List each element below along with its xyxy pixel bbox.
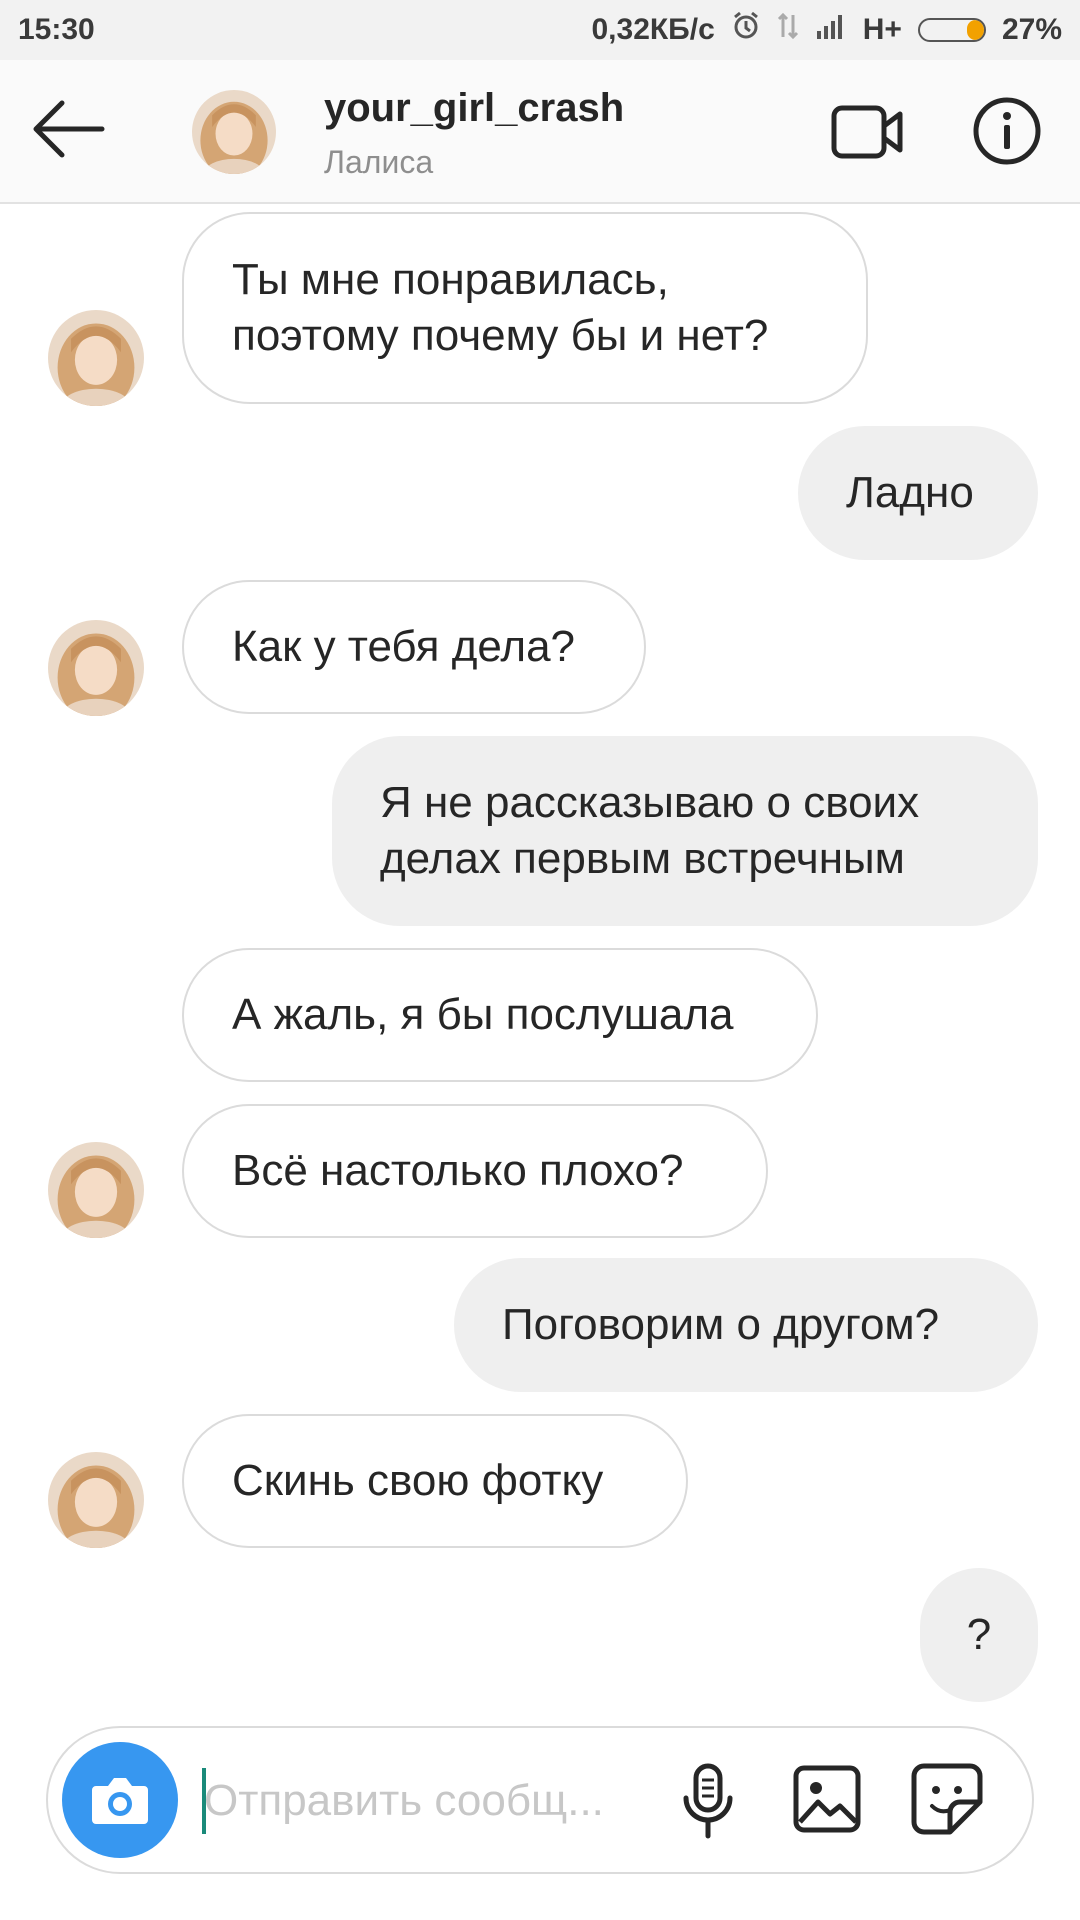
status-bar: 15:30 0,32КБ/с H+ 27% [0, 0, 1080, 60]
message-bubble-incoming[interactable]: А жаль, я бы послушала [182, 948, 818, 1082]
network-type: H+ [862, 13, 902, 46]
message-bubble-outgoing[interactable]: Ладно [798, 426, 1038, 560]
signal-icon [815, 13, 847, 47]
message-bubble-incoming[interactable]: Скинь свою фотку [182, 1414, 688, 1548]
header-username[interactable]: your_girl_crash [324, 86, 624, 131]
message-bubble-outgoing[interactable]: Поговорим о другом? [454, 1258, 1038, 1392]
sender-avatar[interactable] [48, 1452, 144, 1548]
message-bubble-incoming[interactable]: Как у тебя дела? [182, 580, 646, 714]
battery-fill [966, 20, 984, 40]
header-real-name: Лалиса [324, 144, 434, 180]
message-bubble-outgoing[interactable]: ? [920, 1568, 1038, 1702]
message-bubble-incoming[interactable]: Всё настолько плохо? [182, 1104, 768, 1238]
header-avatar[interactable] [192, 90, 276, 174]
status-time: 15:30 [18, 13, 95, 46]
camera-icon[interactable] [62, 1742, 178, 1858]
message-input[interactable] [204, 1764, 664, 1838]
microphone-icon[interactable] [678, 1762, 738, 1842]
message-composer [46, 1726, 1034, 1874]
chat-header: your_girl_crash Лалиса [0, 60, 1080, 204]
message-bubble-incoming[interactable]: Ты мне понравилась, поэтому почему бы и … [182, 212, 868, 404]
sender-avatar[interactable] [48, 310, 144, 406]
sender-avatar[interactable] [48, 1142, 144, 1238]
battery-icon [917, 18, 986, 42]
status-right: 0,32КБ/с H+ 27% [591, 11, 1062, 49]
video-camera-icon[interactable] [830, 102, 906, 162]
sender-avatar[interactable] [48, 620, 144, 716]
data-transfer-icon [777, 11, 799, 49]
info-icon[interactable] [972, 96, 1042, 166]
alarm-icon [731, 11, 761, 49]
network-speed: 0,32КБ/с [591, 13, 715, 46]
message-bubble-outgoing[interactable]: Я не рассказываю о своих делах первым вс… [332, 736, 1038, 926]
sticker-icon[interactable] [910, 1762, 984, 1836]
arrow-left-icon[interactable] [28, 96, 108, 162]
gallery-icon[interactable] [792, 1764, 862, 1834]
battery-percent: 27% [1001, 13, 1062, 46]
